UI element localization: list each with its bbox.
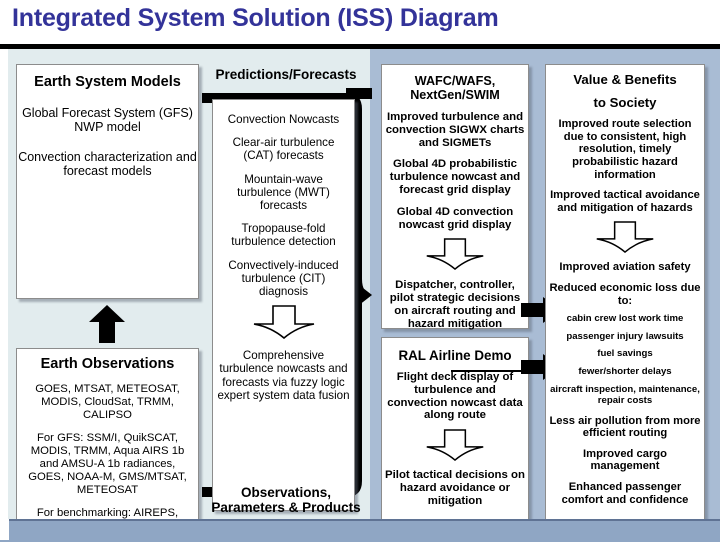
value-benefits-heading-line-1: Value & Benefits [573,72,677,87]
economic-item-4: fewer/shorter delays [578,365,672,377]
down-arrow-icon [253,305,314,340]
reduced-economic-loss-text: Reduced economic loss due to: [549,281,701,307]
pilot-tactical-decisions-text: Pilot tactical decisions on hazard avoid… [385,469,525,507]
footer-bar [0,519,720,542]
predictions-forecasts-box: Convection Nowcasts Clear-air turbulence… [212,99,355,511]
down-arrow-icon [426,429,484,462]
wafc-wafs-line-2: Global 4D probabilistic turbulence nowca… [389,158,521,196]
wafc-wafs-line-3: Global 4D convection nowcast grid displa… [396,205,514,231]
title-bar: Integrated System Solution (ISS) Diagram [0,0,720,44]
earth-system-models-line-1: Global Forecast System (GFS) NWP model [22,106,193,134]
wafc-wafs-heading-line-2: NextGen/SWIM [410,88,500,102]
down-arrow-icon [596,221,654,254]
earth-observations-heading: Earth Observations [40,356,175,372]
wafc-wafs-box: WAFC/WAFS, NextGen/SWIM Improved turbule… [381,64,529,330]
earth-system-models-box: Earth System Models Global Forecast Syst… [16,64,199,299]
value-benefits-line-1: Improved route selection due to consiste… [558,118,692,181]
predictions-line-2: Clear-air turbulence (CAT) forecasts [232,136,335,163]
ral-airline-demo-box: RAL Airline Demo Flight deck display of … [381,337,529,522]
earth-system-models-heading: Earth System Models [34,74,181,90]
predictions-line-3: Mountain-wave turbulence (MWT) forecasts [237,172,330,213]
observations-parameters-products-line-2: Parameters & Products [211,500,361,515]
page-title: Integrated System Solution (ISS) Diagram [12,4,499,32]
predictions-forecasts-heading: Predictions/Forecasts [215,67,357,82]
earth-system-models-line-2: Convection characterization and forecast… [18,150,197,178]
up-block-arrow-icon [89,305,125,343]
earth-observations-line-2: For GFS: SSM/I, QuikSCAT, MODIS, TRMM, A… [28,431,187,497]
value-benefits-line-2: Improved tactical avoidance and mitigati… [550,189,700,214]
economic-item-2: passenger injury lawsuits [566,330,684,342]
earth-observations-box: Earth Observations GOES, MTSAT, METEOSAT… [16,348,199,545]
value-benefits-box: Value & Benefits to Society Improved rou… [545,64,705,522]
predictions-fusion-text: Comprehensive turbulence nowcasts and fo… [217,349,350,402]
wafc-wafs-heading-line-1: WAFC/WAFS, [414,74,496,88]
dispatcher-decisions-text: Dispatcher, controller, pilot strategic … [389,279,521,330]
value-benefits-tail-3: Enhanced passenger comfort and confidenc… [561,481,689,506]
observations-parameters-products-label: Observations, Parameters & Products [200,485,372,515]
footer-left-edge [0,519,9,540]
predictions-line-5: Convectively-induced turbulence (CIT) di… [228,258,339,299]
economic-item-5: aircraft inspection, maintenance, repair… [550,383,700,407]
value-benefits-tail-1: Less air pollution from more efficient r… [549,414,701,440]
ral-airline-demo-heading: RAL Airline Demo [398,348,512,363]
wafc-wafs-line-1: Improved turbulence and convection SIGWX… [385,111,525,149]
value-benefits-heading-line-2: to Society [593,94,657,110]
predictions-line-4: Tropopause-fold turbulence detection [231,222,336,249]
predictions-line-1: Convection Nowcasts [227,113,340,126]
economic-item-1: cabin crew lost work time [566,313,684,325]
earth-observations-line-1: GOES, MTSAT, METEOSAT, MODIS, CloudSat, … [35,383,180,422]
connector-line [451,370,525,372]
economic-item-3: fuel savings [597,348,653,360]
improved-aviation-safety-text: Improved aviation safety [559,261,691,274]
ral-airline-demo-line-1: Flight deck display of turbulence and co… [387,371,523,422]
observations-parameters-products-line-1: Observations, [240,485,332,500]
value-benefits-tail-2: Improved cargo management [583,447,667,473]
down-arrow-icon [426,238,484,271]
diagram-canvas: Earth System Models Global Forecast Syst… [0,49,720,545]
